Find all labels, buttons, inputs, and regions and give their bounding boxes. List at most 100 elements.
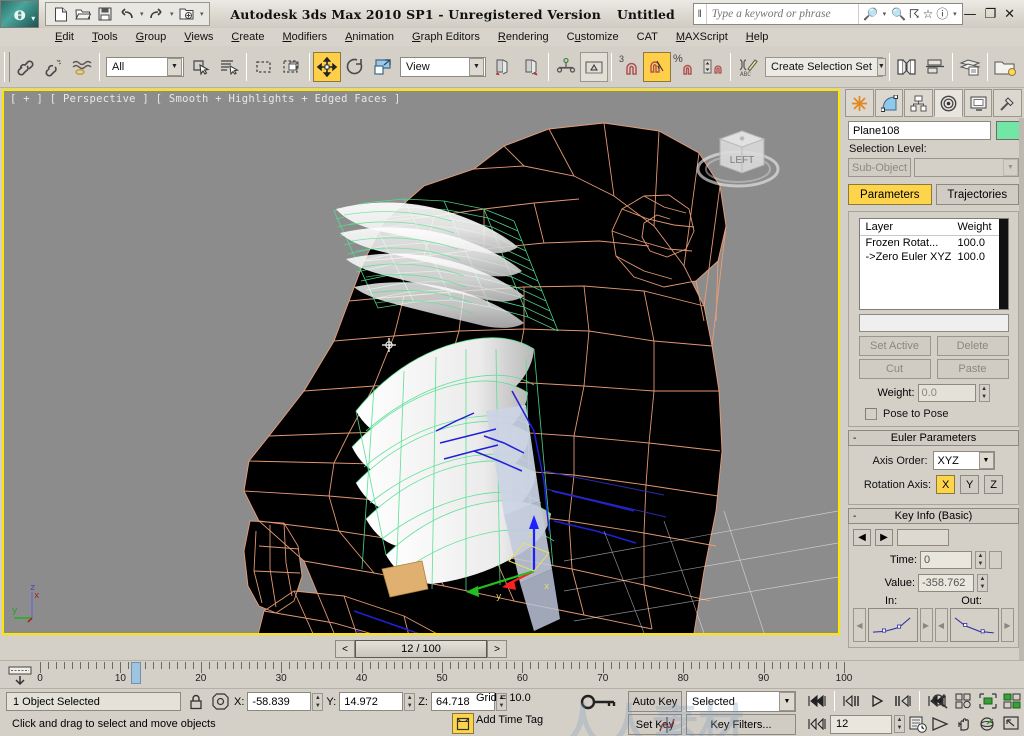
parameters-tab[interactable]: Parameters [848,184,932,205]
collapse-icon[interactable]: - [853,511,856,522]
add-time-tag[interactable]: Add Time Tag [476,714,543,726]
pin-icon[interactable]: ‖ [694,4,707,24]
help-icon[interactable]: ⓘ [936,8,948,20]
menu-item-group[interactable]: Group [127,30,176,44]
rotation-axis-y-button[interactable]: Y [960,475,980,494]
redo-dropdown-icon[interactable]: ▾ [168,10,175,18]
object-name-field[interactable]: Plane108 [848,121,991,140]
set-active-button[interactable]: Set Active [858,336,931,356]
key-time-spinner[interactable]: ▲ ▼ [975,551,986,569]
toolbar-grip[interactable] [4,51,10,82]
project-folder-icon[interactable] [176,4,197,24]
view-cube[interactable]: LEFT ✵ [690,107,786,202]
pem-list-row[interactable]: Frozen Rotat... 100.0 [860,236,1008,250]
select-and-rotate-button[interactable] [341,52,369,82]
chevron-down-icon[interactable]: ▼ [469,57,484,76]
menu-item-customize[interactable]: Customize [558,30,628,44]
menu-item-graph-editors[interactable]: Graph Editors [403,30,489,44]
out-tangent-button[interactable] [949,608,999,642]
qat-dropdown-icon[interactable]: ▾ [198,10,205,18]
lock-selection-icon[interactable] [185,692,207,711]
out-tangent-next-button[interactable]: ▶ [1001,608,1014,642]
key-info-header[interactable]: - Key Info (Basic) [848,508,1019,524]
named-selection-sets-combo[interactable]: Create Selection Set ▼ [765,56,886,77]
euler-parameters-header[interactable]: - Euler Parameters [848,430,1019,446]
object-color-swatch[interactable] [996,121,1020,140]
key-lock-button[interactable] [989,551,1002,569]
restore-button[interactable]: ❐ [984,8,996,21]
close-button[interactable]: ✕ [1004,8,1015,21]
time-configuration-icon[interactable] [907,714,929,734]
select-object-button[interactable] [187,52,215,82]
bind-to-space-warp-button[interactable] [68,52,96,82]
sub-object-button[interactable]: Sub-Object [848,158,911,177]
pem-list-scrollbar[interactable] [998,219,1008,309]
pose-to-pose-row[interactable]: Pose to Pose [853,405,1014,422]
chevron-down-icon[interactable]: ▼ [876,57,886,76]
go-to-start-button[interactable] [806,691,828,711]
maximize-viewport-toggle-button[interactable] [1000,714,1023,734]
next-key-button[interactable]: ▶ [875,529,893,546]
absolute-relative-transform-icon[interactable] [209,692,231,711]
edit-named-selection-sets-button[interactable]: ABC [734,52,762,82]
menu-item-modifiers[interactable]: Modifiers [273,30,336,44]
axis-order-combo[interactable]: XYZ ▼ [932,451,995,470]
coord-x-spinner[interactable]: ▲ ▼ [312,692,324,711]
time-slider-handle[interactable]: 12 / 100 [355,640,487,658]
menu-item-maxscript[interactable]: MAXScript [667,30,737,44]
menu-item-edit[interactable]: Edit [46,30,83,44]
pan-view-button[interactable] [952,714,975,734]
utilities-tab[interactable] [993,89,1023,117]
previous-frame-arrow[interactable]: < [335,640,355,658]
search-dropdown-icon[interactable]: ▾ [881,10,888,18]
new-file-icon[interactable] [50,4,71,24]
use-selection-center-button[interactable] [517,52,545,82]
use-pivot-point-center-button[interactable] [489,52,517,82]
key-time-field[interactable]: 0 [920,551,972,569]
set-key-mode-icon[interactable] [578,691,618,712]
coord-y-spinner[interactable]: ▲ ▼ [404,692,416,711]
motion-tab[interactable] [934,89,963,117]
menu-item-help[interactable]: Help [737,30,778,44]
coord-y-field[interactable]: 14.972 [339,692,404,711]
menu-item-views[interactable]: Views [175,30,222,44]
previous-key-button[interactable]: ◀ [853,529,871,546]
chevron-down-icon[interactable]: ▼ [167,57,182,76]
rotation-axis-x-button[interactable]: X [936,475,956,494]
select-by-name-button[interactable] [215,52,243,82]
rotation-axis-z-button[interactable]: Z [984,475,1004,494]
selection-filter-combo[interactable]: All ▼ [106,56,184,77]
mirror-geometry-button[interactable] [893,52,921,82]
application-menu-button[interactable]: ѳ ▾ [0,0,40,28]
maximize-viewport-toggle-button[interactable] [452,713,474,734]
current-frame-field[interactable]: 12 [830,714,892,734]
command-panel-scrollbar[interactable] [1019,118,1024,688]
menu-item-rendering[interactable]: Rendering [489,30,558,44]
redo-icon[interactable] [146,4,167,24]
window-crossing-toggle-button[interactable] [278,52,306,82]
auto-key-button[interactable]: Auto Key [628,691,682,712]
previous-frame-button[interactable] [841,691,863,711]
track-bar-playhead[interactable] [131,662,142,684]
key-mode-toggle-button[interactable] [806,714,828,734]
paste-button[interactable]: Paste [936,359,1009,379]
chevron-down-icon[interactable]: ▼ [1003,159,1018,176]
in-tangent-prev-button[interactable]: ◀ [853,608,866,642]
align-objects-button[interactable] [921,52,949,82]
zoom-button[interactable] [928,691,951,711]
perspective-viewport[interactable]: z y x [ + ] [ Perspective ] [ Smooth + H… [2,89,840,635]
out-tangent-prev-button[interactable]: ◀ [934,608,948,642]
key-value-spinner[interactable]: ▲ ▼ [977,574,988,592]
pem-layer-list[interactable]: Layer Weight Frozen Rotat... 100.0 ->Zer… [858,218,1009,310]
percent-snap-toggle-button[interactable]: % [671,52,699,82]
modify-tab[interactable] [874,89,904,117]
key-value-field[interactable]: -358.762 [918,574,974,592]
next-frame-button[interactable] [891,691,913,711]
align-button[interactable] [580,51,608,82]
menu-item-cat[interactable]: CAT [628,30,667,44]
weight-field[interactable]: 0.0 [917,384,976,402]
chevron-down-icon[interactable]: ▼ [978,452,994,469]
minimize-button[interactable]: — [963,8,976,21]
sub-object-combo[interactable]: ▼ [914,158,1019,177]
undo-dropdown-icon[interactable]: ▾ [138,10,145,18]
